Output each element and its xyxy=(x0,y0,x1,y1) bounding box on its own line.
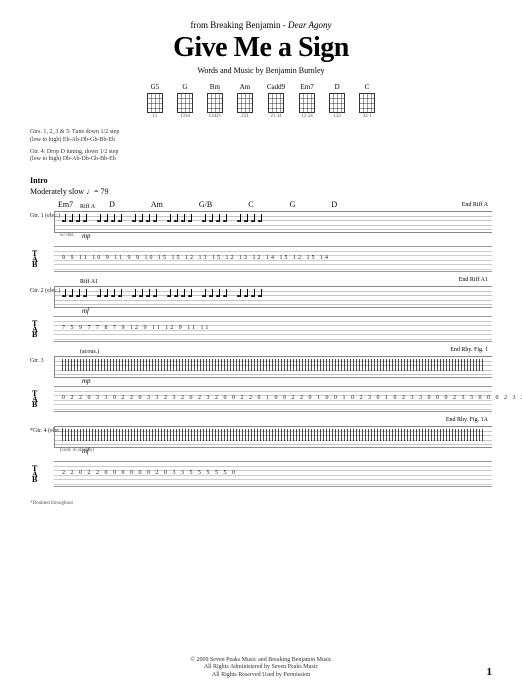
chord-name: C xyxy=(359,83,375,91)
chord-diagram: D 132 xyxy=(329,83,345,119)
chord-symbol: C xyxy=(248,200,253,209)
riff-label: Riff A1 xyxy=(80,279,98,285)
dynamic-marking: mp xyxy=(82,377,91,385)
chord-name: D xyxy=(329,83,345,91)
notation-notes xyxy=(62,214,484,230)
tuning-line-1b: (low to high) Eb-Ab-Db-Gb-Bb-Eb xyxy=(30,137,492,145)
chord-symbol: G/B xyxy=(199,200,212,209)
notation-notes xyxy=(62,289,484,305)
source-prefix: from Breaking Benjamin - xyxy=(190,20,287,30)
guitar-label: Gtr. 3 xyxy=(30,358,44,364)
chord-symbol: Am xyxy=(151,200,163,209)
tab-label-icon: TAB xyxy=(32,466,37,483)
tab-staff: TAB2 2 0 2 2 0 0 0 0 0 0 2 0 3 3 5 5 5 5… xyxy=(54,461,492,487)
chord-fingering: 132 xyxy=(329,114,345,119)
staff-system: *Gtr. 4 (elec.)End Rhy. Fig. 1Amf(cont. … xyxy=(30,426,492,487)
page-number: 1 xyxy=(487,666,493,678)
notation-staff: Riff AEnd Riff Amp xyxy=(54,211,492,233)
riff-label: Riff A xyxy=(80,204,95,210)
chord-diagram: Em7 12 34 xyxy=(299,83,315,119)
album-name: Dear Agony xyxy=(288,20,332,30)
tab-staff: TAB9 9 11 10 9 11 9 9 10 15 15 12 13 15 … xyxy=(54,246,492,272)
tab-staff: TAB0 2 2 0 3 3 0 2 2 0 3 3 2 3 2 0 2 3 2… xyxy=(54,386,492,412)
chord-diagram: G 1334 xyxy=(177,83,193,119)
section-label: Intro xyxy=(30,176,492,185)
chord-diagram: Bm 13421 xyxy=(207,83,223,119)
chord-fingering: 11 xyxy=(147,114,163,119)
effect-note: w/ dist. xyxy=(60,233,522,238)
chord-diagrams-row: G5 11 G 1334 Bm 13421 Am 231 Cadd9 21 34 Em7 12 34 D… xyxy=(30,83,492,119)
tuning-line-1: Gtrs. 1, 2, 3 & 5: Tune down 1/2 step xyxy=(30,129,492,137)
tab-fret-numbers: 9 9 11 10 9 11 9 9 10 15 15 12 13 15 12 … xyxy=(62,255,330,261)
chord-symbol: Em7 xyxy=(58,200,73,209)
tab-fret-numbers: 0 2 2 0 3 3 0 2 2 0 3 3 2 3 2 0 2 3 2 0 … xyxy=(62,395,522,401)
chord-name: Cadd9 xyxy=(267,83,285,91)
end-label: End Riff A1 xyxy=(459,277,488,283)
chord-name: G xyxy=(177,83,193,91)
tab-label-icon: TAB xyxy=(32,321,37,338)
chord-grid-icon xyxy=(177,93,193,113)
chord-diagram: Cadd9 21 34 xyxy=(267,83,285,119)
chord-grid-icon xyxy=(329,93,345,113)
chord-fingering: 12 34 xyxy=(299,114,315,119)
chord-name: Em7 xyxy=(299,83,315,91)
end-label: End Riff A xyxy=(462,202,488,208)
footnote: *Doubled throughout xyxy=(30,501,492,506)
chord-diagram: Am 231 xyxy=(237,83,253,119)
staff-system: Gtr. 1 (elec.)Riff AEnd Riff Ampw/ dist.… xyxy=(30,211,492,272)
song-title: Give Me a Sign xyxy=(30,32,492,64)
chord-fingering: 21 34 xyxy=(267,114,285,119)
staff-systems-container: Gtr. 1 (elec.)Riff AEnd Riff Ampw/ dist.… xyxy=(30,211,492,487)
source-line: from Breaking Benjamin - Dear Agony xyxy=(30,20,492,30)
tab-fret-numbers: 2 2 0 2 2 0 0 0 0 0 0 2 0 3 3 5 5 5 5 5 … xyxy=(62,470,237,476)
notation-staff: End Rhy. Fig. 1Amf xyxy=(54,426,492,448)
chord-fingering: 32 1 xyxy=(359,114,375,119)
chord-symbol: G xyxy=(290,200,296,209)
chord-fingering: 231 xyxy=(237,114,253,119)
chord-symbol: D xyxy=(331,200,337,209)
sheet-header: from Breaking Benjamin - Dear Agony Give… xyxy=(30,20,492,75)
tab-fret-numbers: 7 5 9 7 7 8 7 9 12 9 11 12 9 11 11 xyxy=(62,325,210,331)
notation-notes xyxy=(62,359,484,371)
chord-fingering: 13421 xyxy=(207,114,223,119)
tuning-line-2b: (low to high) Db-Ab-Db-Gb-Bb-Eb xyxy=(30,156,492,164)
chord-diagram: C 32 1 xyxy=(359,83,375,119)
tab-label-icon: TAB xyxy=(32,251,37,268)
credits: Words and Music by Benjamin Burnley xyxy=(30,66,492,75)
chord-grid-icon xyxy=(359,93,375,113)
chord-name: G5 xyxy=(147,83,163,91)
staff-system: Gtr. 2 (elec.)Riff A1End Riff A1mfTAB7 5… xyxy=(30,286,492,342)
tuning-notes: Gtrs. 1, 2, 3 & 5: Tune down 1/2 step (l… xyxy=(30,129,492,164)
chord-name: Am xyxy=(237,83,253,91)
chord-grid-icon xyxy=(147,93,163,113)
tempo-marking: Moderately slow ♩= 79 xyxy=(30,187,492,196)
chord-grid-icon xyxy=(207,93,223,113)
chord-grid-icon xyxy=(268,93,284,113)
staff-system: Gtr. 3 (acous.)End Rhy. Fig. 1mp TAB0 2 2 … xyxy=(30,356,492,412)
copyright-footer: © 2009 Seven Peaks Music and Breaking Be… xyxy=(0,657,522,680)
footer-line-2: All Rights Administered by Seven Peaks M… xyxy=(0,664,522,672)
tab-staff: TAB7 5 9 7 7 8 7 9 12 9 11 12 9 11 11 xyxy=(54,316,492,342)
chord-diagram: G5 11 xyxy=(147,83,163,119)
notation-staff: (acous.)End Rhy. Fig. 1mp xyxy=(54,356,492,378)
footer-line-1: © 2009 Seven Peaks Music and Breaking Be… xyxy=(0,657,522,665)
effect-note: (cont. in slashes) xyxy=(60,448,522,453)
chord-grid-icon xyxy=(237,93,253,113)
end-label: End Rhy. Fig. 1 xyxy=(450,347,488,353)
chord-fingering: 1334 xyxy=(177,114,193,119)
end-label: End Rhy. Fig. 1A xyxy=(446,417,488,423)
tab-label-icon: TAB xyxy=(32,391,37,408)
notation-notes xyxy=(62,429,484,441)
chord-progression: Em7 D Am G/B C G D xyxy=(30,200,492,209)
footer-line-3: All Rights Reserved Used by Permission xyxy=(0,672,522,680)
chord-grid-icon xyxy=(299,93,315,113)
notation-staff: Riff A1End Riff A1mf xyxy=(54,286,492,308)
riff-label: (acous.) xyxy=(80,349,99,355)
chord-name: Bm xyxy=(207,83,223,91)
chord-symbol: D xyxy=(109,200,115,209)
dynamic-marking: mf xyxy=(82,307,89,315)
